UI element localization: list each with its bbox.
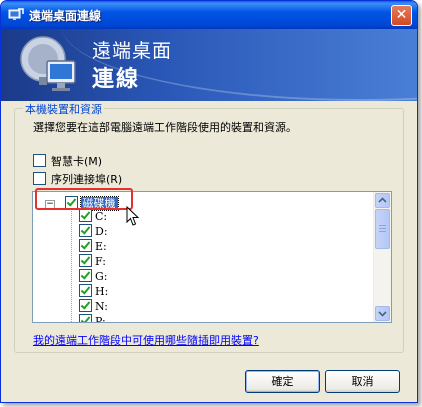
smart-card-label: 智慧卡(M) bbox=[51, 155, 103, 168]
scroll-up-button[interactable] bbox=[375, 193, 390, 208]
drive-checkbox[interactable] bbox=[79, 224, 92, 237]
serial-ports-checkbox[interactable] bbox=[33, 172, 46, 185]
drive-checkbox[interactable] bbox=[79, 314, 92, 322]
mouse-pointer-icon bbox=[126, 206, 140, 226]
drive-item[interactable]: P: bbox=[79, 314, 106, 323]
serial-ports-option[interactable]: 序列連接埠(R) bbox=[33, 171, 123, 186]
thumb-grip-line bbox=[379, 228, 386, 229]
monitor-satellite-icon bbox=[20, 36, 76, 91]
drive-checkbox[interactable] bbox=[79, 239, 92, 252]
drive-label: P: bbox=[95, 315, 106, 323]
title-bar[interactable]: 遠端桌面連線 ✕ bbox=[1, 1, 417, 29]
dialog-window: 遠端桌面連線 ✕ 遠端桌面 連線 本機裝置和資源 選擇您要在這部電腦遠端工作階段… bbox=[0, 0, 418, 403]
scroll-thumb[interactable] bbox=[375, 209, 390, 249]
drive-label: F: bbox=[95, 255, 106, 268]
window-title: 遠端桌面連線 bbox=[29, 9, 102, 23]
pnp-devices-help-link[interactable]: 我的遠端工作階段中可使用哪些隨插即用裝置? bbox=[33, 332, 259, 348]
drive-item[interactable]: C: bbox=[79, 209, 107, 223]
arrow-down-icon bbox=[378, 311, 387, 317]
drive-checkbox[interactable] bbox=[79, 254, 92, 267]
drive-item[interactable]: N: bbox=[79, 299, 108, 313]
close-button[interactable]: ✕ bbox=[391, 5, 412, 26]
banner-title-line2: 連線 bbox=[92, 67, 141, 92]
drive-item[interactable]: F: bbox=[79, 254, 106, 268]
group-label: 本機裝置和資源 bbox=[23, 101, 104, 117]
drive-item[interactable]: G: bbox=[79, 269, 108, 283]
smart-card-option[interactable]: 智慧卡(M) bbox=[33, 153, 103, 168]
drive-checkbox[interactable] bbox=[79, 299, 92, 312]
drive-label: E: bbox=[95, 240, 107, 253]
banner: 遠端桌面 連線 bbox=[1, 29, 417, 101]
drive-label: N: bbox=[95, 300, 108, 313]
drive-checkbox[interactable] bbox=[79, 269, 92, 282]
drives-tree[interactable]: − 磁碟機 C: D: E: F: G: H: N: P: bbox=[32, 191, 392, 323]
drive-label: D: bbox=[95, 225, 108, 238]
drive-label: H: bbox=[95, 285, 109, 298]
drive-label: G: bbox=[95, 270, 108, 283]
tree-connector-line bbox=[71, 206, 72, 322]
drive-item[interactable]: E: bbox=[79, 239, 107, 253]
close-icon: ✕ bbox=[395, 7, 408, 23]
scroll-down-button[interactable] bbox=[375, 306, 390, 321]
cancel-button[interactable]: 取消 bbox=[325, 370, 400, 393]
thumb-grip-line bbox=[379, 225, 386, 226]
ok-button[interactable]: 確定 bbox=[245, 370, 320, 393]
remote-desktop-icon bbox=[8, 8, 24, 20]
drive-item[interactable]: D: bbox=[79, 224, 108, 238]
drive-checkbox[interactable] bbox=[79, 209, 92, 222]
banner-title-line1: 遠端桌面 bbox=[92, 40, 173, 62]
drive-label: C: bbox=[95, 210, 108, 223]
drive-checkbox[interactable] bbox=[79, 284, 92, 297]
annotation-highlight-box bbox=[35, 188, 133, 210]
thumb-grip-line bbox=[379, 231, 386, 232]
smart-card-checkbox[interactable] bbox=[33, 154, 46, 167]
group-description: 選擇您要在這部電腦遠端工作階段使用的裝置和資源。 bbox=[33, 121, 297, 134]
vertical-scrollbar[interactable] bbox=[373, 192, 391, 322]
serial-ports-label: 序列連接埠(R) bbox=[51, 173, 123, 186]
drive-item[interactable]: H: bbox=[79, 284, 108, 298]
arrow-up-icon bbox=[378, 197, 387, 203]
